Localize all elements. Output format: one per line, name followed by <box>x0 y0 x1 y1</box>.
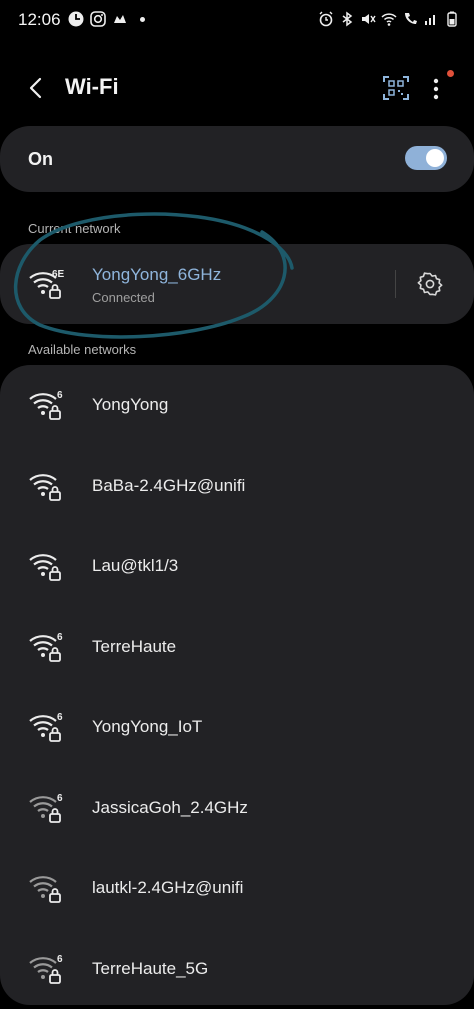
network-row[interactable]: BaBa-2.4GHz@unifi <box>0 446 474 526</box>
page-title: Wi-Fi <box>65 74 119 99</box>
network-name: TerreHaute_5G <box>92 959 209 978</box>
network-row[interactable]: 6 TerreHaute_5G <box>0 929 474 1009</box>
battery-icon <box>447 11 457 27</box>
wifi-switch[interactable] <box>405 146 447 170</box>
wifi-locked-icon: 6 <box>29 712 63 742</box>
signal-icon <box>425 15 435 25</box>
network-name: TerreHaute <box>92 637 177 656</box>
wifi-badge: 6 <box>57 712 63 723</box>
network-name: YongYong <box>92 395 169 414</box>
available-networks-header: Available networks <box>28 342 137 357</box>
wifi-badge: 6 <box>57 954 63 965</box>
wifi-locked-icon: 6 <box>29 390 63 420</box>
network-row[interactable]: 6 JassicaGoh_2.4GHz <box>0 768 474 848</box>
notification-dot <box>140 16 145 22</box>
wifi-locked-icon <box>29 876 61 903</box>
network-name: YongYong_IoT <box>92 717 203 736</box>
wifi-toggle-card[interactable]: On <box>0 126 474 192</box>
menu-badge <box>447 70 454 77</box>
network-row[interactable]: Lau@tkl1/3 <box>0 526 474 606</box>
wifi-badge: 6 <box>57 390 63 401</box>
alarm-icon <box>319 11 333 27</box>
wifi-locked-icon: 6 <box>29 954 63 984</box>
clock-icon <box>68 11 84 27</box>
current-network-name: YongYong_6GHz <box>92 265 222 284</box>
network-row[interactable]: lautkl-2.4GHz@unifi <box>0 848 474 928</box>
wifi-badge: 6 <box>57 632 63 643</box>
wifi-locked-icon: 6 <box>29 632 63 662</box>
current-network-card[interactable] <box>0 244 474 324</box>
wifi-6e-locked-icon: 6E <box>29 269 65 299</box>
wifi-locked-icon <box>29 474 61 501</box>
network-name: JassicaGoh_2.4GHz <box>92 798 248 817</box>
status-left-icons <box>68 11 145 27</box>
app-bar: Wi-Fi <box>0 60 474 116</box>
network-name: BaBa-2.4GHz@unifi <box>92 476 246 495</box>
available-networks-card: 6 YongYong BaBa-2.4GHz@unifi Lau@tkl1/3 6 Ter… <box>0 365 474 1005</box>
wifi-locked-icon <box>29 554 61 581</box>
wifi-icon <box>381 13 397 26</box>
qr-code-icon[interactable] <box>382 74 410 102</box>
status-right-icons <box>318 11 460 27</box>
network-row[interactable]: 6 TerreHaute <box>0 607 474 687</box>
back-button[interactable] <box>22 74 50 102</box>
wifi-badge: 6 <box>57 793 63 804</box>
toggle-label: On <box>28 149 53 169</box>
network-name: lautkl-2.4GHz@unifi <box>92 878 244 897</box>
wifi-badge: 6E <box>52 269 65 280</box>
network-row[interactable]: 6 YongYong_IoT <box>0 687 474 767</box>
switch-knob <box>426 149 444 167</box>
current-network-header: Current network <box>28 221 121 236</box>
wifi-locked-icon: 6 <box>29 793 63 823</box>
mute-icon <box>362 14 376 24</box>
status-bar: 12:06 <box>0 0 474 40</box>
cloud-icon <box>114 15 126 23</box>
network-name: Lau@tkl1/3 <box>92 556 179 575</box>
instagram-icon <box>90 11 106 27</box>
divider <box>395 270 396 298</box>
current-network-status: Connected <box>92 290 155 305</box>
gear-icon[interactable] <box>417 271 443 297</box>
bluetooth-icon <box>342 11 353 27</box>
network-row[interactable]: 6 YongYong <box>0 365 474 445</box>
call-wifi-icon <box>405 13 417 24</box>
status-time: 12:06 <box>18 10 61 29</box>
more-options-icon[interactable] <box>424 74 448 104</box>
